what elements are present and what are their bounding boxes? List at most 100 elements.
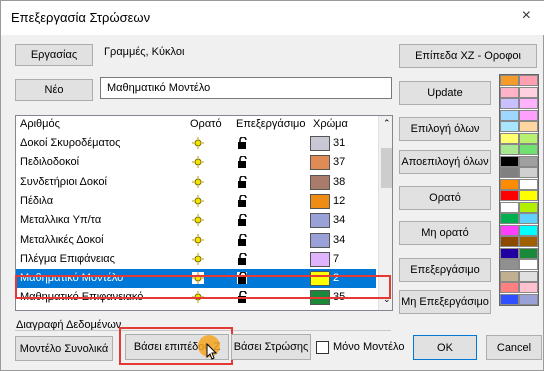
- ergasias-button[interactable]: Εργασίας: [15, 44, 93, 66]
- palette-color-cell[interactable]: [500, 109, 519, 121]
- lock-icon[interactable]: [237, 252, 247, 265]
- palette-color-cell[interactable]: [519, 144, 538, 155]
- palette-color-cell[interactable]: [519, 132, 538, 144]
- palette-color-cell[interactable]: [519, 121, 538, 132]
- palette-color-cell[interactable]: [500, 236, 519, 247]
- update-button[interactable]: Update: [399, 81, 491, 105]
- palette-color-cell[interactable]: [519, 167, 538, 178]
- visible-icon[interactable]: [192, 233, 204, 246]
- only-model-checkbox[interactable]: [316, 341, 329, 354]
- visible-icon[interactable]: [192, 194, 204, 207]
- color-swatch[interactable]: [310, 213, 330, 229]
- ok-button[interactable]: OK: [413, 335, 477, 360]
- new-button[interactable]: Νέο: [15, 79, 93, 101]
- column-header-editable[interactable]: Επεξεργάσιμο: [236, 118, 305, 130]
- palette-color-cell[interactable]: [519, 213, 538, 224]
- palette-color-cell[interactable]: [500, 98, 519, 109]
- palette-color-cell[interactable]: [500, 224, 519, 236]
- palette-color-cell[interactable]: [519, 282, 538, 293]
- color-number: 34: [333, 233, 346, 246]
- palette-color-cell[interactable]: [500, 132, 519, 144]
- palette-color-cell[interactable]: [519, 86, 538, 98]
- column-header-name[interactable]: Αριθμός: [20, 118, 60, 130]
- lock-icon[interactable]: [237, 194, 247, 207]
- palette-color-cell[interactable]: [519, 224, 538, 236]
- column-header-visible[interactable]: Ορατό: [190, 118, 222, 130]
- layer-edit-dialog: Επεξεργασία Στρώσεων × Εργασίας Γραμμές,…: [0, 0, 544, 371]
- select-all-button[interactable]: Επιλογή όλων: [399, 117, 491, 141]
- scroll-thumb[interactable]: [381, 148, 392, 188]
- color-swatch[interactable]: [310, 155, 330, 171]
- lock-icon[interactable]: [237, 136, 247, 149]
- palette-color-cell[interactable]: [519, 75, 538, 86]
- palette-color-cell[interactable]: [519, 190, 538, 201]
- editable-button[interactable]: Επεξεργάσιμο: [399, 258, 491, 282]
- palette-color-cell[interactable]: [519, 259, 538, 270]
- palette-color-cell[interactable]: [500, 282, 519, 293]
- close-icon[interactable]: ×: [522, 7, 531, 25]
- layer-row[interactable]: Πέδιλα 12: [16, 192, 376, 211]
- palette-color-cell[interactable]: [500, 270, 519, 282]
- palette-color-cell[interactable]: [500, 259, 519, 270]
- palette-color-cell[interactable]: [500, 293, 519, 305]
- palette-color-cell[interactable]: [500, 213, 519, 224]
- color-swatch[interactable]: [310, 232, 330, 248]
- scroll-up-icon[interactable]: ⌃: [383, 118, 391, 129]
- palette-color-cell[interactable]: [500, 75, 519, 86]
- not-visible-button[interactable]: Μη ορατό: [399, 221, 491, 245]
- color-number: 38: [333, 175, 346, 188]
- delete-model-total-button[interactable]: Μοντέλο Συνολικά: [15, 336, 113, 361]
- not-editable-button[interactable]: Μη Επεξεργάσιμο: [399, 290, 491, 314]
- visible-icon[interactable]: [192, 137, 204, 149]
- layer-row[interactable]: Πεδιλοδοκοί 37: [16, 153, 376, 172]
- layer-row[interactable]: Μεταλλικές Δοκοί 34: [16, 231, 376, 250]
- palette-color-cell[interactable]: [519, 247, 538, 259]
- lock-icon[interactable]: [237, 174, 247, 188]
- color-swatch[interactable]: [310, 174, 330, 190]
- layer-row[interactable]: Μεταλλικα Υπ/τα 34: [16, 211, 376, 230]
- color-swatch[interactable]: [310, 251, 330, 267]
- lock-icon[interactable]: [237, 232, 247, 246]
- column-header-color[interactable]: Χρώμα: [313, 118, 348, 130]
- palette-color-cell[interactable]: [519, 293, 538, 305]
- layer-name: Πλέγμα Επιφάνειας: [20, 252, 115, 265]
- palette-color-cell[interactable]: [500, 247, 519, 259]
- cursor-icon: [206, 343, 218, 360]
- visible-icon[interactable]: [192, 252, 204, 265]
- visible-icon[interactable]: [192, 156, 204, 169]
- layer-name: Μεταλλικα Υπ/τα: [20, 214, 102, 227]
- visible-button[interactable]: Ορατό: [399, 186, 491, 210]
- palette-color-cell[interactable]: [519, 155, 538, 167]
- layer-row[interactable]: Συνδετήριοι Δοκοί 38: [16, 173, 376, 192]
- palette-color-cell[interactable]: [500, 144, 519, 155]
- color-number: 12: [333, 194, 346, 207]
- cancel-button[interactable]: Cancel: [486, 335, 542, 360]
- palette-color-cell[interactable]: [519, 201, 538, 213]
- palette-color-cell[interactable]: [519, 178, 538, 190]
- palette-color-cell[interactable]: [519, 98, 538, 109]
- palette-color-cell[interactable]: [519, 109, 538, 121]
- palette-color-cell[interactable]: [519, 270, 538, 282]
- delete-by-layer-button[interactable]: Βάσει Στρώσης: [231, 334, 311, 360]
- lock-icon[interactable]: [237, 213, 247, 227]
- deselect-all-button[interactable]: Αποεπιλογή όλων: [399, 150, 491, 174]
- color-number: 7: [333, 252, 340, 265]
- selected-row-highlight: [15, 275, 391, 299]
- color-swatch[interactable]: [310, 136, 330, 151]
- palette-color-cell[interactable]: [500, 167, 519, 178]
- layer-row[interactable]: Πλέγμα Επιφάνειας 7: [16, 250, 376, 269]
- xz-levels-button[interactable]: Επίπεδα XZ - Οροφοι: [399, 44, 537, 68]
- layer-row[interactable]: Δοκοί Σκυροδέματος 31: [16, 134, 376, 153]
- palette-color-cell[interactable]: [500, 178, 519, 190]
- palette-color-cell[interactable]: [500, 190, 519, 201]
- palette-color-cell[interactable]: [500, 155, 519, 167]
- layer-name-input[interactable]: Μαθηματικό Μοντέλο: [100, 77, 392, 99]
- palette-color-cell[interactable]: [500, 121, 519, 132]
- visible-icon[interactable]: [192, 175, 204, 188]
- palette-color-cell[interactable]: [500, 201, 519, 213]
- palette-color-cell[interactable]: [519, 236, 538, 247]
- visible-icon[interactable]: [192, 214, 204, 227]
- color-swatch[interactable]: [310, 193, 330, 209]
- lock-icon[interactable]: [237, 155, 247, 169]
- palette-color-cell[interactable]: [500, 86, 519, 98]
